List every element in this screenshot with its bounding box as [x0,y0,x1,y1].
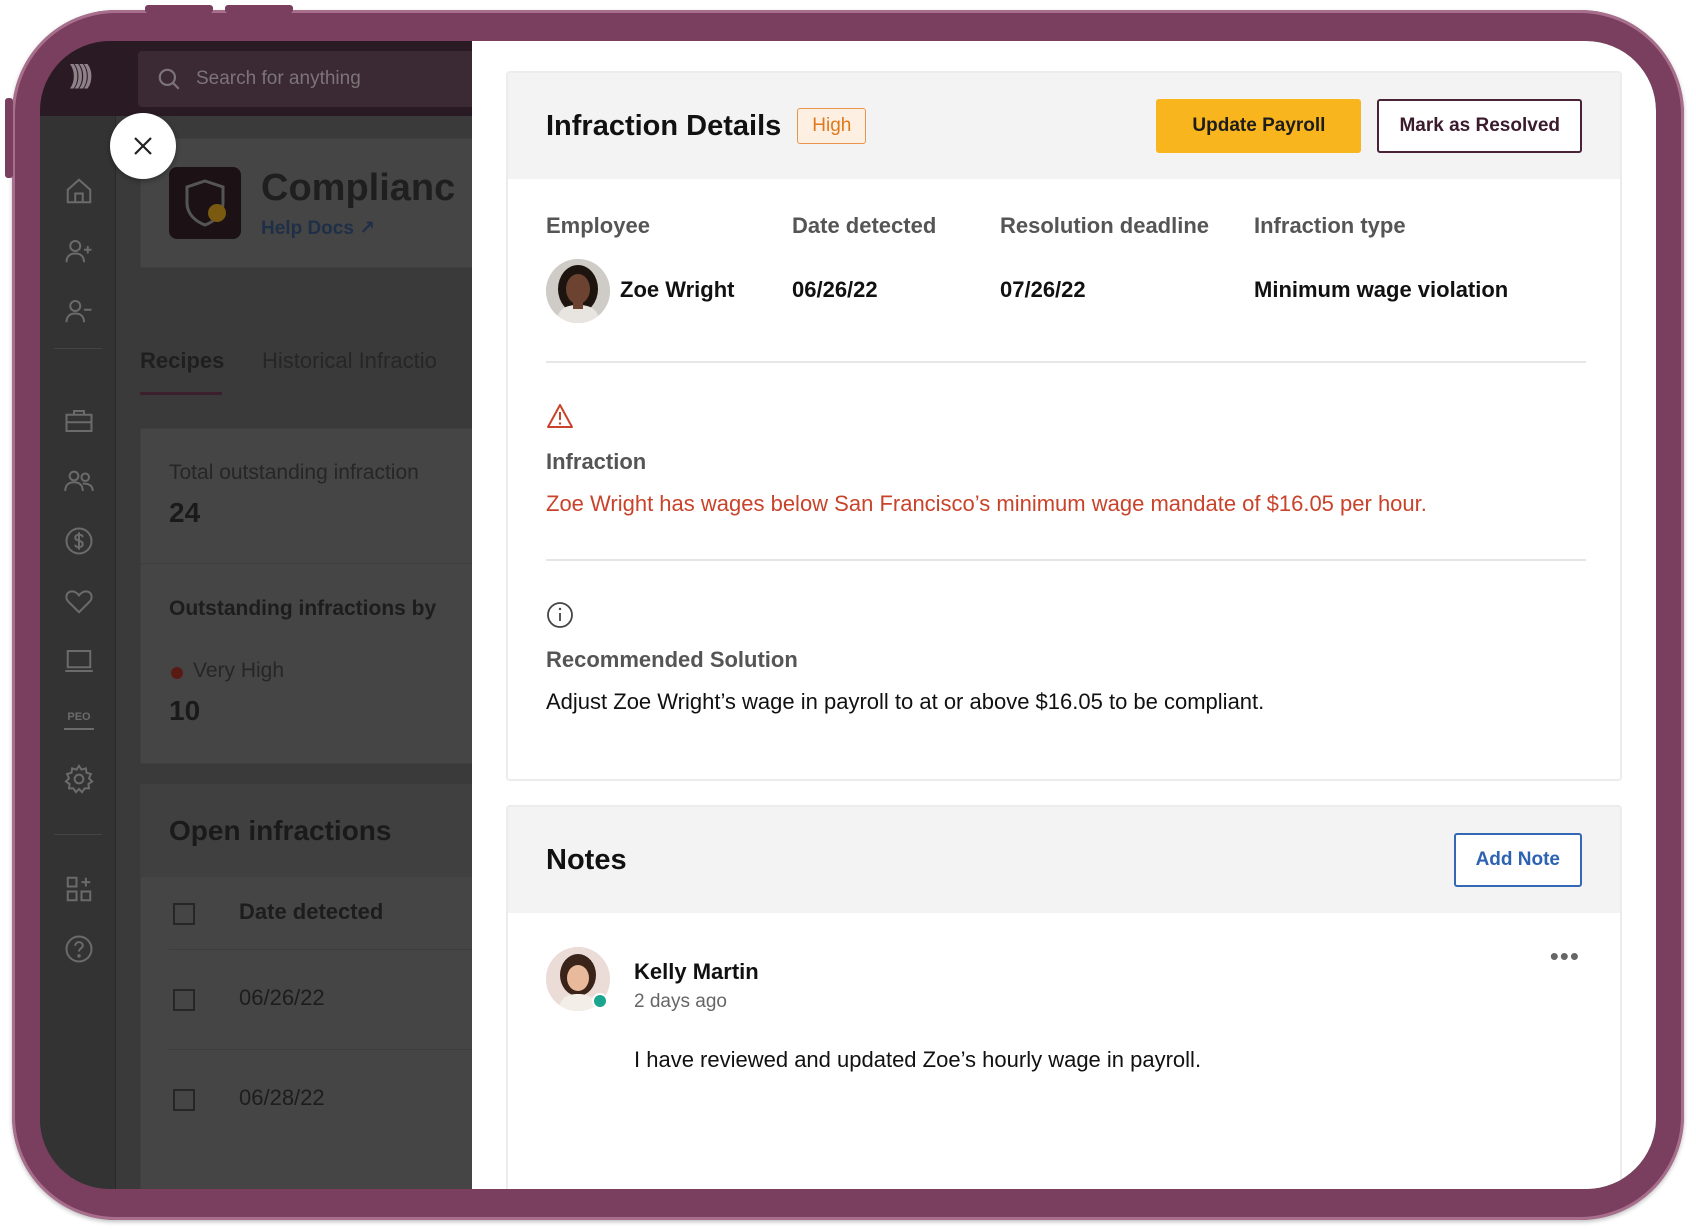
search-icon [158,68,180,90]
avatar [546,259,610,323]
user-minus-icon[interactable] [64,296,94,326]
column-date-detected: Date detected [792,213,937,238]
date-detected-value: 06/26/22 [792,277,878,302]
user-plus-icon[interactable] [64,236,94,266]
very-high-dot [171,667,183,679]
device-button [145,5,213,13]
section-divider [546,559,1586,561]
search-placeholder: Search for anything [196,68,361,89]
notes-card: Notes Add Note Kelly Martin 2 days ago •… [506,805,1622,1189]
update-payroll-button[interactable]: Update Payroll [1156,99,1362,153]
infraction-detail-panel: Infraction Details High Update Payroll M… [472,41,1656,1189]
help-docs-label: Help Docs [261,218,354,239]
sidebar-divider [54,834,102,835]
settings-icon[interactable] [64,764,94,794]
column-date-detected: Date detected [239,899,384,924]
tab-recipes[interactable]: Recipes [140,348,224,374]
infraction-message: Zoe Wright has wages below San Francisco… [546,491,1427,516]
infraction-details-title: Infraction Details [546,109,782,142]
tab-active-indicator [140,392,222,395]
close-icon [134,137,152,155]
search-input[interactable]: Search for anything [138,51,518,107]
open-infractions-card: Open infractions Date detected 06/26/22 … [140,784,517,1189]
recommended-solution-text: Adjust Zoe Wright’s wage in payroll to a… [546,689,1265,714]
row-divider [169,949,517,950]
column-resolution-deadline: Resolution deadline [1000,213,1210,238]
total-label: Total outstanding infraction [169,461,419,484]
summary-card: Total outstanding infraction 24 Outstand… [140,428,516,764]
sidebar-divider [54,348,102,349]
help-icon[interactable] [64,934,94,964]
open-infractions-title: Open infractions [169,815,392,846]
note-timestamp: 2 days ago [634,991,727,1012]
info-icon [547,602,573,628]
external-link-icon: ↗ [359,218,376,239]
add-note-button[interactable]: Add Note [1453,833,1582,887]
column-employee: Employee [546,213,650,238]
infraction-type-value: Minimum wage violation [1254,277,1509,302]
column-infraction-type: Infraction type [1254,213,1406,238]
select-all-checkbox[interactable] [173,903,195,925]
peo-icon[interactable]: PEO [64,706,94,730]
screen: )))) Search for anything PEO Complianc H… [40,41,1656,1189]
sidebar: PEO [40,116,116,1189]
compliance-shield-icon [169,167,241,239]
warning-icon [547,404,573,428]
row-checkbox[interactable] [173,989,195,1011]
apps-add-icon[interactable] [64,874,94,904]
device-button [225,5,293,13]
resolution-deadline-value: 07/26/22 [1000,277,1086,302]
very-high-value: 10 [169,695,201,726]
laptop-icon[interactable] [64,646,94,676]
heart-icon[interactable] [64,586,94,616]
infraction-details-header: Infraction Details High Update Payroll M… [508,73,1620,179]
row-checkbox[interactable] [173,1089,195,1111]
note-author: Kelly Martin [634,959,759,984]
very-high-label: Very High [193,659,285,682]
employee-name[interactable]: Zoe Wright [620,277,734,303]
table-row-date: 06/26/22 [239,985,325,1010]
severity-badge: High [797,108,867,144]
table-row-date: 06/28/22 [239,1085,325,1110]
infraction-label: Infraction [546,449,647,474]
background-main: Complianc Help Docs ↗ Recipes Historical… [116,116,517,1189]
dollar-icon[interactable] [64,526,94,556]
close-panel-button[interactable] [110,113,176,179]
users-icon[interactable] [64,466,94,496]
tab-historical-infractions[interactable]: Historical Infractio [262,348,437,374]
compliance-header-card: Complianc Help Docs ↗ [140,138,516,268]
recommended-solution-label: Recommended Solution [546,647,798,672]
mark-resolved-button[interactable]: Mark as Resolved [1377,99,1582,153]
notes-header: Notes Add Note [508,807,1620,913]
online-status-dot [592,993,608,1009]
device-button [5,98,13,178]
infraction-details-card: Infraction Details High Update Payroll M… [506,71,1622,781]
page-title: Complianc [261,167,456,209]
section-divider [546,361,1586,363]
help-docs-link[interactable]: Help Docs ↗ [261,217,375,240]
note-text: I have reviewed and updated Zoe’s hourly… [634,1047,1202,1072]
card-divider [141,563,515,564]
more-options-icon[interactable]: ••• [1550,941,1580,972]
total-value: 24 [169,497,201,528]
briefcase-icon[interactable] [64,406,94,436]
notes-title: Notes [546,843,627,876]
logo-icon: )))) [70,59,93,89]
by-severity-label: Outstanding infractions by [169,597,437,620]
row-divider [169,1049,517,1050]
home-icon[interactable] [64,176,94,206]
